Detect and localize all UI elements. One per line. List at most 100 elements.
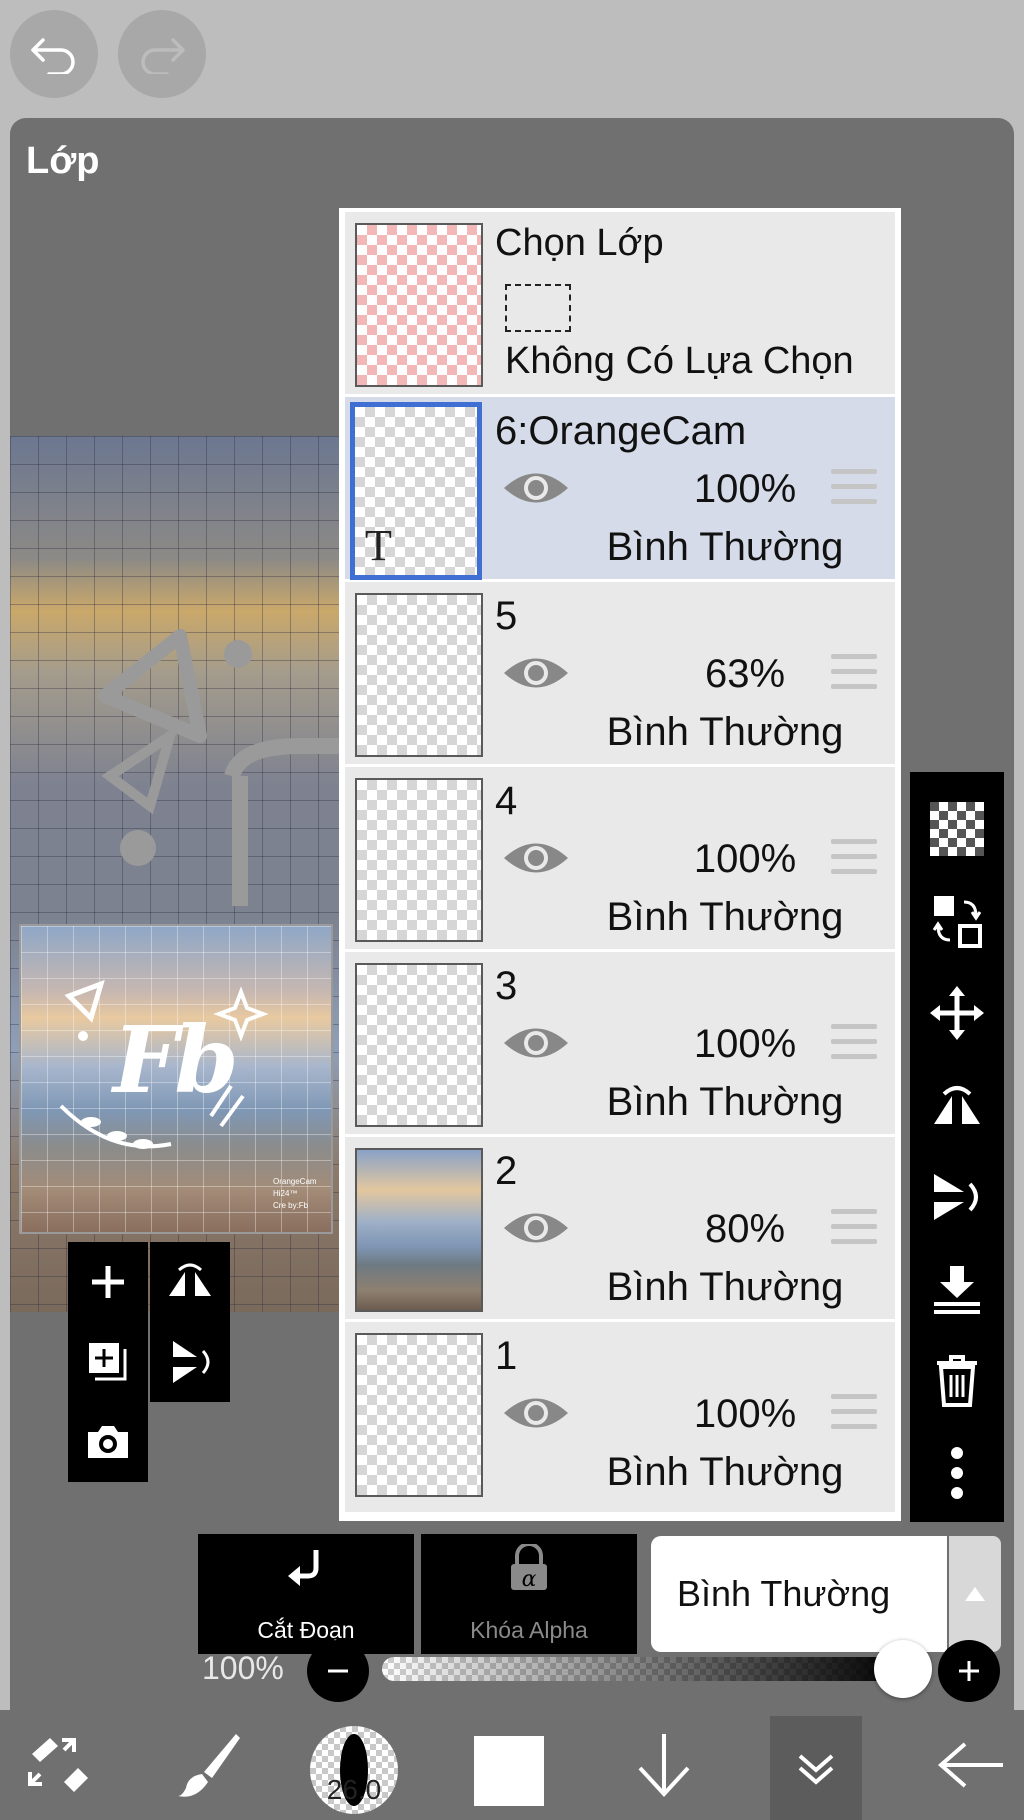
merge-down-icon bbox=[934, 1266, 980, 1314]
layer-name: 6:OrangeCam bbox=[495, 409, 747, 453]
layer-name: 1 bbox=[495, 1334, 518, 1378]
layer-thumbnail bbox=[355, 593, 483, 757]
flip-horizontal-right-button[interactable] bbox=[910, 1060, 1004, 1150]
brush-size-button[interactable]: 26.0 bbox=[310, 1726, 398, 1814]
bottom-toolbar: 26.0 bbox=[0, 1710, 1024, 1820]
layer-list[interactable]: Chọn Lớp Không Có Lựa Chọn T 6:OrangeCam… bbox=[339, 208, 901, 1521]
preview-caption: OrangeCam Hi24™ Cre by:Fb bbox=[273, 1177, 317, 1210]
layer-opacity: 100% bbox=[693, 467, 797, 511]
opacity-increase-button[interactable] bbox=[938, 1640, 1000, 1702]
flip-horizontal-icon bbox=[934, 1086, 980, 1124]
clipping-button[interactable]: Cắt Đoạn bbox=[198, 1534, 414, 1654]
layer-thumbnail bbox=[355, 778, 483, 942]
visibility-eye-icon[interactable] bbox=[501, 650, 571, 696]
visibility-eye-icon[interactable] bbox=[501, 465, 571, 511]
layer-blend-mode: Bình Thường bbox=[606, 525, 844, 569]
selection-layer-title: Chọn Lớp bbox=[495, 222, 664, 264]
layer-opacity: 63% bbox=[704, 652, 786, 696]
flip-vertical-icon bbox=[934, 1174, 978, 1220]
opacity-slider-thumb[interactable] bbox=[874, 1640, 932, 1698]
double-chevron-down-icon bbox=[798, 1754, 834, 1785]
more-options-button[interactable] bbox=[910, 1428, 1004, 1518]
minus-icon bbox=[328, 1669, 348, 1673]
layer-name: 4 bbox=[495, 779, 518, 823]
selection-layer-row[interactable]: Chọn Lớp Không Có Lựa Chọn bbox=[345, 212, 895, 397]
move-button[interactable] bbox=[910, 968, 1004, 1058]
checkerboard-icon bbox=[930, 802, 984, 856]
transform-icon bbox=[28, 1738, 88, 1792]
add-layer-button[interactable] bbox=[68, 1242, 148, 1322]
drag-handle-icon[interactable] bbox=[831, 1209, 877, 1251]
drag-handle-icon[interactable] bbox=[831, 654, 877, 696]
canvas-preview[interactable]: Fb OrangeCam Hi24™ Cre by:Fb bbox=[19, 924, 333, 1234]
selection-marquee-icon bbox=[505, 284, 571, 332]
add-layer-copy-button[interactable] bbox=[68, 1322, 148, 1402]
layer-blend-mode: Bình Thường bbox=[606, 1265, 844, 1309]
drag-handle-icon[interactable] bbox=[831, 1394, 877, 1436]
layer-name: 2 bbox=[495, 1149, 518, 1193]
visibility-eye-icon[interactable] bbox=[501, 1020, 571, 1066]
selection-status: Không Có Lựa Chọn bbox=[505, 340, 854, 382]
back-button[interactable] bbox=[926, 1710, 1016, 1820]
blend-mode-select[interactable]: Bình Thường bbox=[651, 1536, 947, 1652]
merge-down-button[interactable] bbox=[910, 1244, 1004, 1334]
drag-handle-icon[interactable] bbox=[831, 839, 877, 881]
transform-tool-button[interactable] bbox=[14, 1710, 104, 1820]
layer-name: 3 bbox=[495, 964, 518, 1008]
layer-panel-button[interactable] bbox=[770, 1716, 862, 1820]
alpha-lock-label: Khóa Alpha bbox=[470, 1617, 588, 1643]
layer-blend-mode: Bình Thường bbox=[606, 1080, 844, 1124]
flip-vertical-right-button[interactable] bbox=[910, 1152, 1004, 1242]
layer-name: 5 bbox=[495, 594, 518, 638]
undo-icon bbox=[31, 38, 75, 74]
layer-row[interactable]: 1 100% Bình Thường bbox=[345, 1322, 895, 1515]
layer-blend-mode: Bình Thường bbox=[606, 710, 844, 754]
clipping-arrow-icon bbox=[288, 1550, 319, 1586]
undo-button[interactable] bbox=[10, 10, 98, 98]
layer-tools-right bbox=[910, 772, 1004, 1522]
blend-mode-dropdown-button[interactable] bbox=[949, 1536, 1001, 1652]
opacity-slider-track[interactable] bbox=[382, 1657, 902, 1681]
swap-icon bbox=[932, 896, 982, 948]
opacity-decrease-button[interactable] bbox=[307, 1640, 369, 1702]
arrow-left-icon bbox=[937, 1742, 1003, 1788]
top-bar bbox=[0, 0, 1024, 118]
layer-row[interactable]: 3 100% Bình Thường bbox=[345, 952, 895, 1137]
opacity-value: 100% bbox=[202, 1650, 284, 1686]
visibility-eye-icon[interactable] bbox=[501, 1205, 571, 1251]
redo-button[interactable] bbox=[118, 10, 206, 98]
swap-layer-button[interactable] bbox=[910, 876, 1004, 966]
visibility-eye-icon[interactable] bbox=[501, 1390, 571, 1436]
plus-icon bbox=[959, 1661, 979, 1681]
import-photo-button[interactable] bbox=[68, 1402, 148, 1482]
brush-icon bbox=[178, 1734, 240, 1797]
camera-icon bbox=[88, 1426, 128, 1458]
brush-size-value: 26.0 bbox=[326, 1774, 382, 1805]
delete-layer-button[interactable] bbox=[910, 1336, 1004, 1426]
layer-row[interactable]: 4 100% Bình Thường bbox=[345, 767, 895, 952]
layer-thumbnail bbox=[355, 1333, 483, 1497]
flip-vertical-button[interactable] bbox=[150, 1322, 230, 1402]
layer-thumbnail bbox=[355, 963, 483, 1127]
triangle-up-icon bbox=[965, 1587, 985, 1601]
selection-layer-thumbnail bbox=[355, 223, 483, 387]
scroll-down-button[interactable] bbox=[624, 1710, 704, 1820]
visibility-eye-icon[interactable] bbox=[501, 835, 571, 881]
trash-icon bbox=[937, 1355, 977, 1407]
drag-handle-icon[interactable] bbox=[831, 469, 877, 511]
preview-logo-text: Fb bbox=[113, 1006, 239, 1114]
transparency-button[interactable] bbox=[910, 784, 1004, 874]
lock-alpha-icon: α bbox=[511, 1544, 547, 1592]
layer-opacity: 100% bbox=[693, 1022, 797, 1066]
flip-horizontal-button[interactable] bbox=[150, 1242, 230, 1322]
redo-icon bbox=[141, 38, 185, 74]
layer-thumbnail bbox=[355, 1148, 483, 1312]
arrow-down-icon bbox=[638, 1734, 690, 1797]
alpha-lock-button[interactable]: α Khóa Alpha bbox=[421, 1534, 637, 1654]
layer-row[interactable]: T 6:OrangeCam 100% Bình Thường bbox=[345, 397, 895, 582]
brush-tool-button[interactable] bbox=[164, 1710, 254, 1820]
layer-row[interactable]: 5 63% Bình Thường bbox=[345, 582, 895, 767]
layer-row[interactable]: 2 80% Bình Thường bbox=[345, 1137, 895, 1322]
drag-handle-icon[interactable] bbox=[831, 1024, 877, 1066]
color-swatch-button[interactable] bbox=[474, 1736, 544, 1806]
